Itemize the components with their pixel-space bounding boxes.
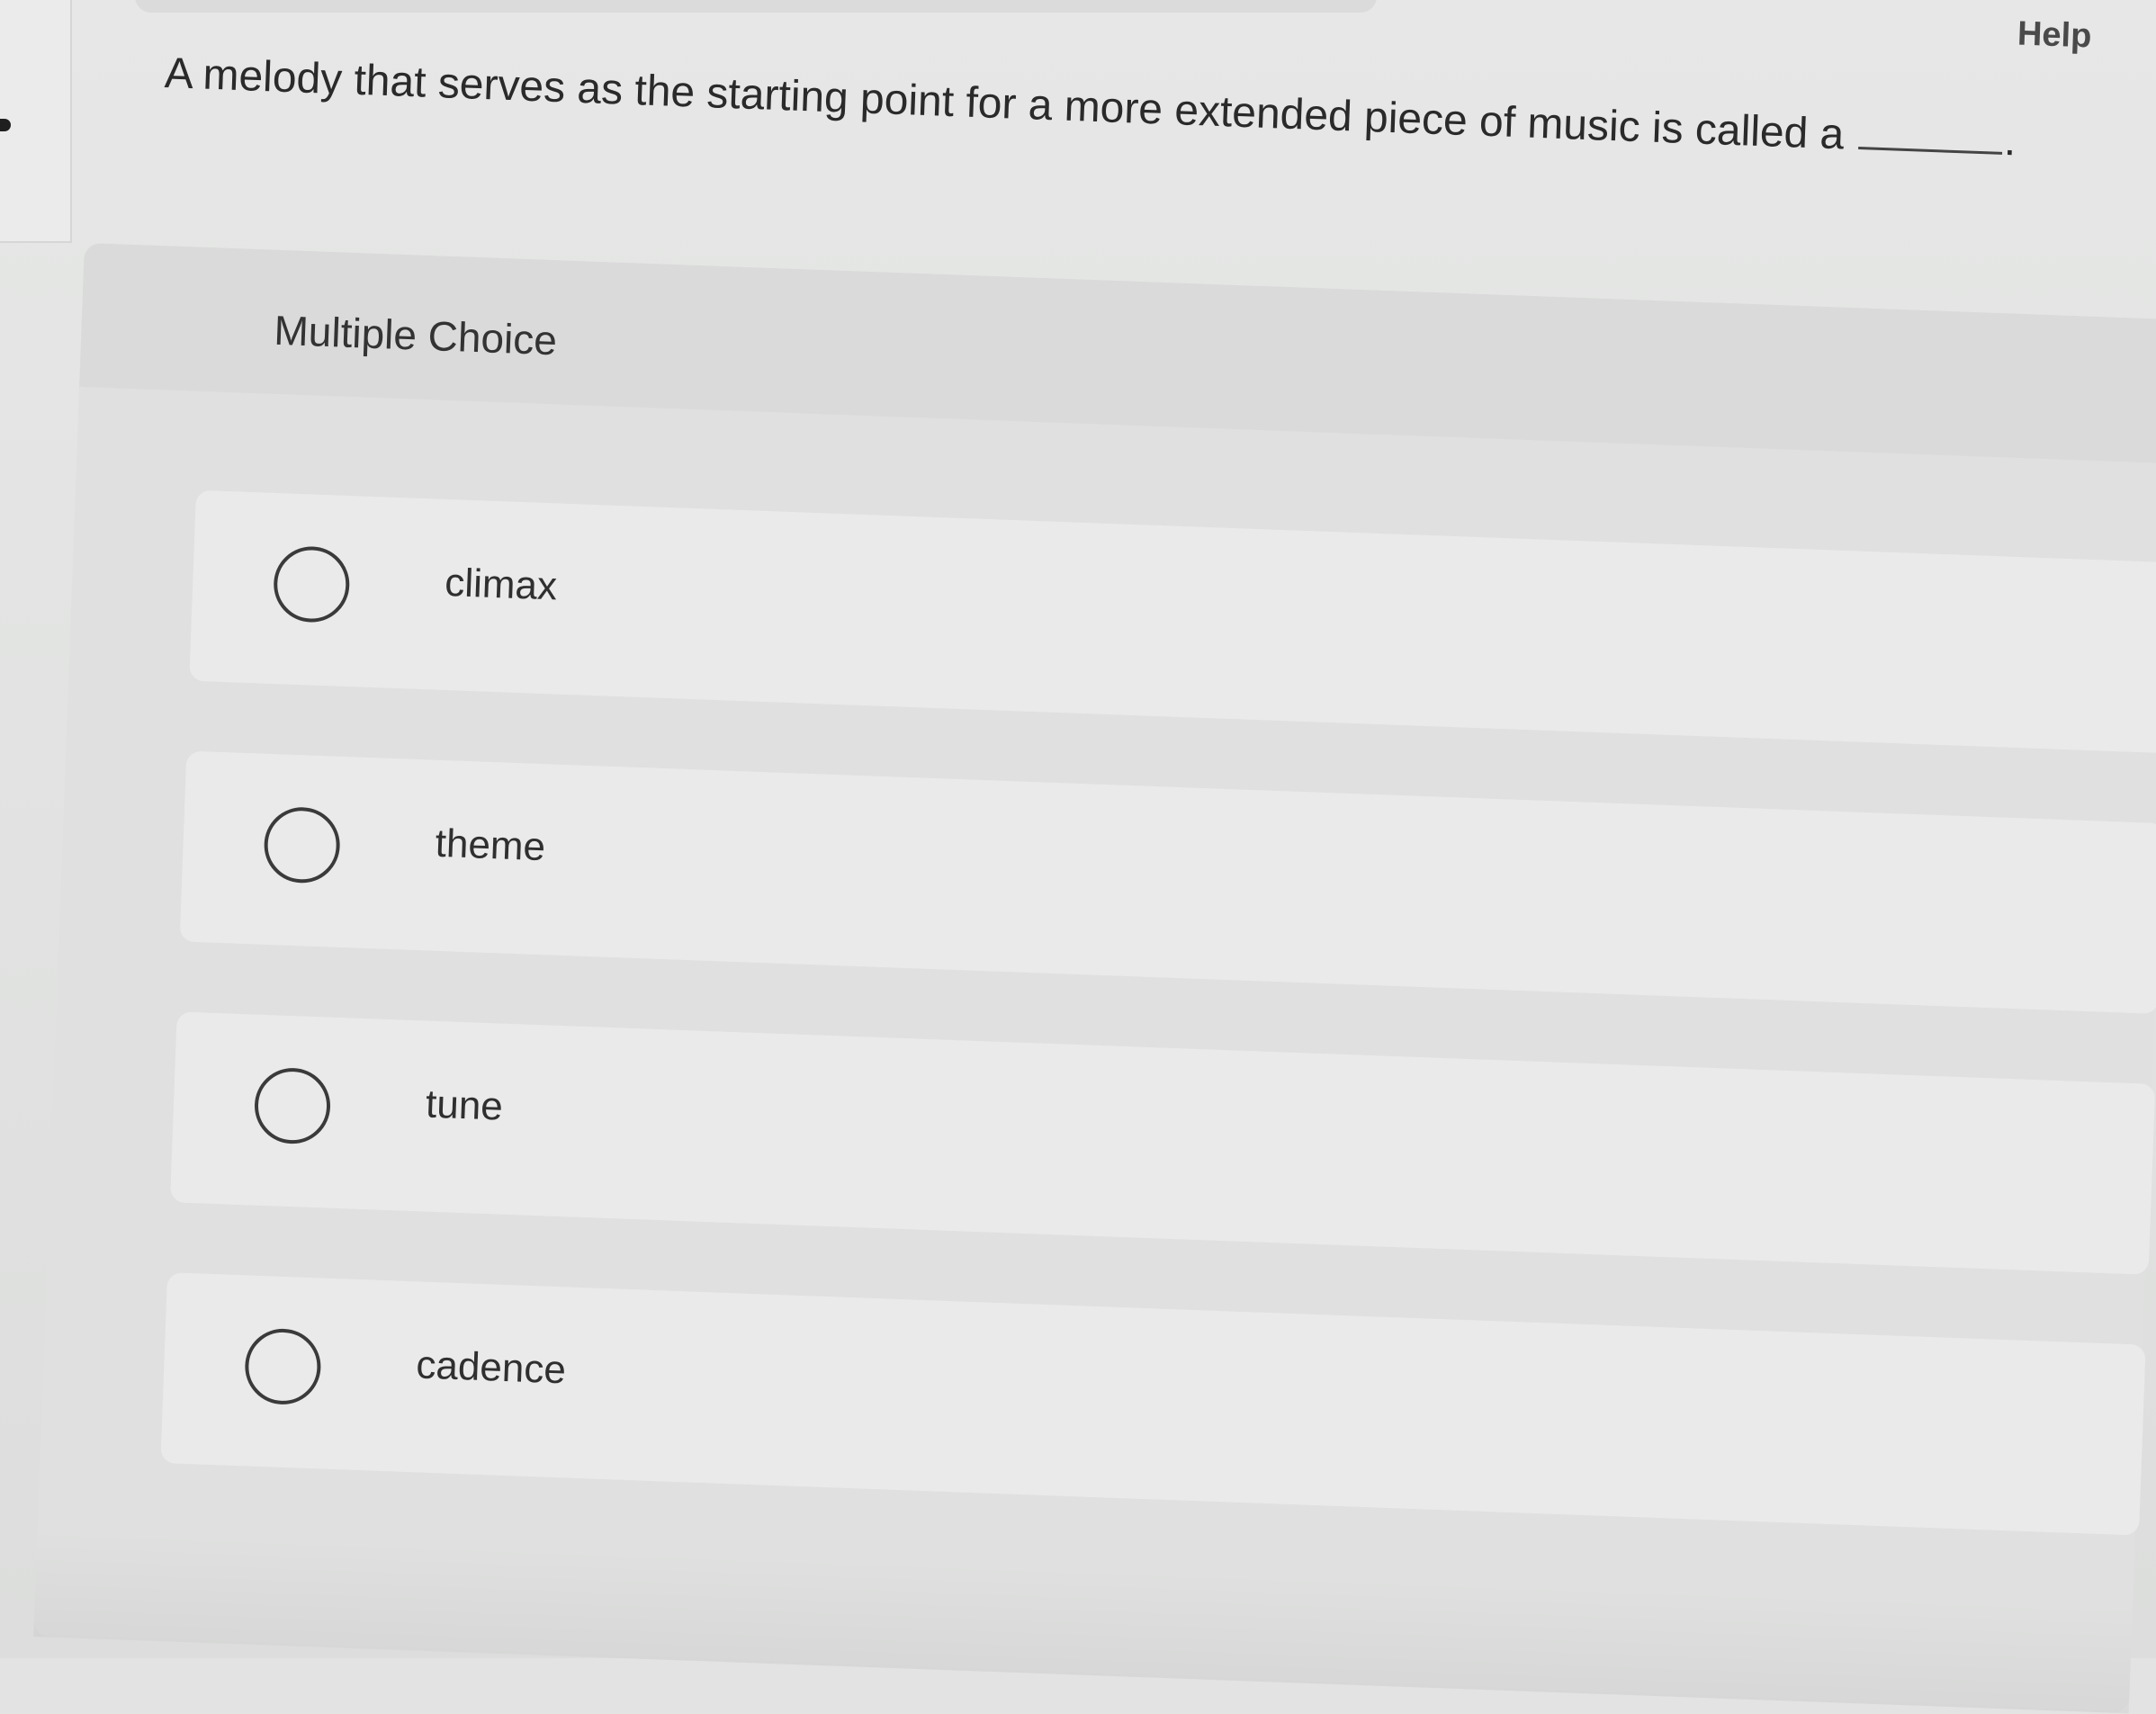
top-tab <box>135 0 1377 13</box>
panel-indicator-dot <box>0 119 11 131</box>
answer-option-cadence[interactable]: cadence <box>160 1272 2146 1536</box>
answer-option-label: cadence <box>415 1342 567 1393</box>
radio-button[interactable] <box>253 1066 332 1145</box>
answer-option-label: theme <box>434 821 546 870</box>
answer-option-tune[interactable]: tune <box>169 1011 2156 1275</box>
side-panel <box>0 0 72 243</box>
answer-option-climax[interactable]: climax <box>189 489 2156 754</box>
answer-option-label: tune <box>425 1081 504 1129</box>
question-end-punctuation: . <box>2003 116 2017 166</box>
multiple-choice-card: Multiple Choice climax theme tune cadenc… <box>33 243 2156 1714</box>
answer-option-label: climax <box>444 560 558 609</box>
answer-blank <box>1857 146 2002 155</box>
radio-button[interactable] <box>263 805 342 884</box>
radio-button[interactable] <box>272 544 351 624</box>
screen: Help A melody that serves as the startin… <box>0 0 2156 1714</box>
radio-button[interactable] <box>243 1327 322 1406</box>
question-prompt: A melody that serves as the starting poi… <box>164 47 2063 170</box>
help-link[interactable]: Help <box>2017 15 2092 57</box>
question-text: A melody that serves as the starting poi… <box>163 49 1846 159</box>
answer-options: climax theme tune cadence <box>33 243 2156 1713</box>
answer-option-theme[interactable]: theme <box>179 750 2156 1015</box>
